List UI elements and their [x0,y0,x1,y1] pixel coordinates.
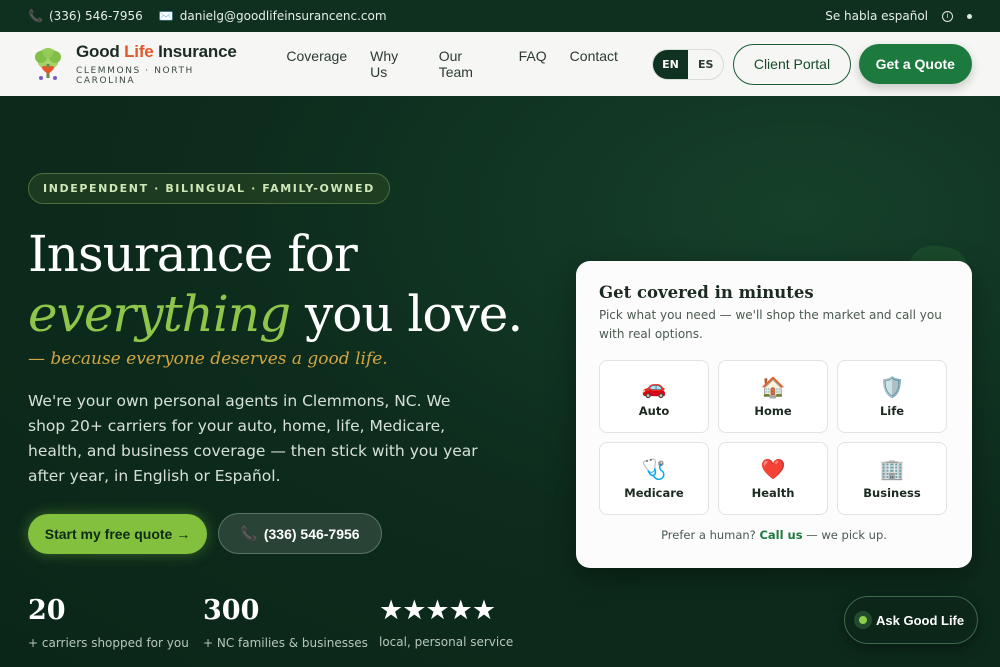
tile-medicare[interactable]: 🩺 Medicare [599,442,709,515]
call-phone-button[interactable]: 📞 (336) 546-7956 [218,513,382,554]
stethoscope-icon: 🩺 [641,456,667,481]
nav-our-team[interactable]: Our Team [439,48,496,80]
phone-icon: 📞 [240,525,258,541]
star-rating-icon: ★★★★★ [379,595,496,626]
nav-contact[interactable]: Contact [570,48,618,80]
ask-good-life-chat-button[interactable]: Ask Good Life [844,596,978,644]
site-header: Good Life Insurance CLEMMONS · NORTH CAR… [0,32,1000,96]
dot-icon[interactable] [967,13,972,19]
top-phone-text: (336) 546-7956 [48,9,143,23]
hero-badge: INDEPENDENT · BILINGUAL · FAMILY-OWNED [28,173,390,204]
tree-logo-icon[interactable] [28,44,68,84]
get-quote-button[interactable]: Get a Quote [858,44,972,84]
tile-life[interactable]: 🛡️ Life [837,360,947,433]
shield-icon: 🛡️ [879,374,905,399]
tile-home[interactable]: 🏠 Home [718,360,828,433]
brand-name: Good Life Insurance [76,42,237,61]
nav-coverage[interactable]: Coverage [286,48,347,80]
call-us-link[interactable]: Call us [759,528,802,542]
language-toggle: EN ES [651,48,725,80]
info-icon[interactable]: i [942,10,953,22]
stat-carriers: 20 + carriers shopped for you [28,595,189,650]
top-bar: 📞 (336) 546-7956 ✉️ danielg@goodlifeinsu… [0,0,1000,32]
top-phone-link[interactable]: 📞 (336) 546-7956 [28,9,143,23]
hero-title-accent: everything [28,285,291,343]
coverage-grid: 🚗 Auto 🏠 Home 🛡️ Life 🩺 Medicare ❤️ Heal… [599,360,949,515]
tile-business[interactable]: 🏢 Business [837,442,947,515]
heart-icon: ❤️ [760,456,786,481]
envelope-icon: ✉️ [158,9,174,23]
stat-families: 300 + NC families & businesses [203,595,368,650]
stat-rating: ★★★★★ local, personal service [379,595,514,649]
nav-faq[interactable]: FAQ [519,48,547,80]
lang-es-button[interactable]: ES [688,50,723,79]
top-email-text: danielg@goodlifeinsurancenc.com [179,9,387,23]
chat-status-icon [854,611,872,629]
phone-icon: 📞 [28,9,43,23]
quote-card: Get covered in minutes Pick what you nee… [576,261,972,568]
brand-location: CLEMMONS · NORTH CAROLINA [76,66,194,86]
hero-section: INDEPENDENT · BILINGUAL · FAMILY-OWNED I… [0,96,1000,667]
start-quote-button[interactable]: Start my free quote → [28,514,207,554]
main-nav: Coverage Why Us Our Team FAQ Contact [286,48,618,80]
top-email-link[interactable]: ✉️ danielg@goodlifeinsurancenc.com [159,9,387,23]
client-portal-button[interactable]: Client Portal [733,43,851,85]
spanish-note: Se habla español [825,9,928,23]
nav-why-us[interactable]: Why Us [370,48,416,80]
building-icon: 🏢 [879,456,905,481]
car-icon: 🚗 [641,374,667,399]
tile-health[interactable]: ❤️ Health [718,442,828,515]
hero-title: Insurance for everything you love. [28,225,523,343]
hero-lead: We're your own personal agents in Clemmo… [28,392,478,485]
card-subtitle: Pick what you need — we'll shop the mark… [599,308,942,341]
card-footer: Prefer a human? Call us — we pick up. [661,528,887,542]
brand[interactable]: Good Life Insurance CLEMMONS · NORTH CAR… [76,42,253,86]
card-title: Get covered in minutes [599,283,814,302]
tile-auto[interactable]: 🚗 Auto [599,360,709,433]
house-icon: 🏠 [760,374,786,399]
hero-tagline: — because everyone deserves a good life. [28,349,388,369]
lang-en-button[interactable]: EN [652,49,689,79]
